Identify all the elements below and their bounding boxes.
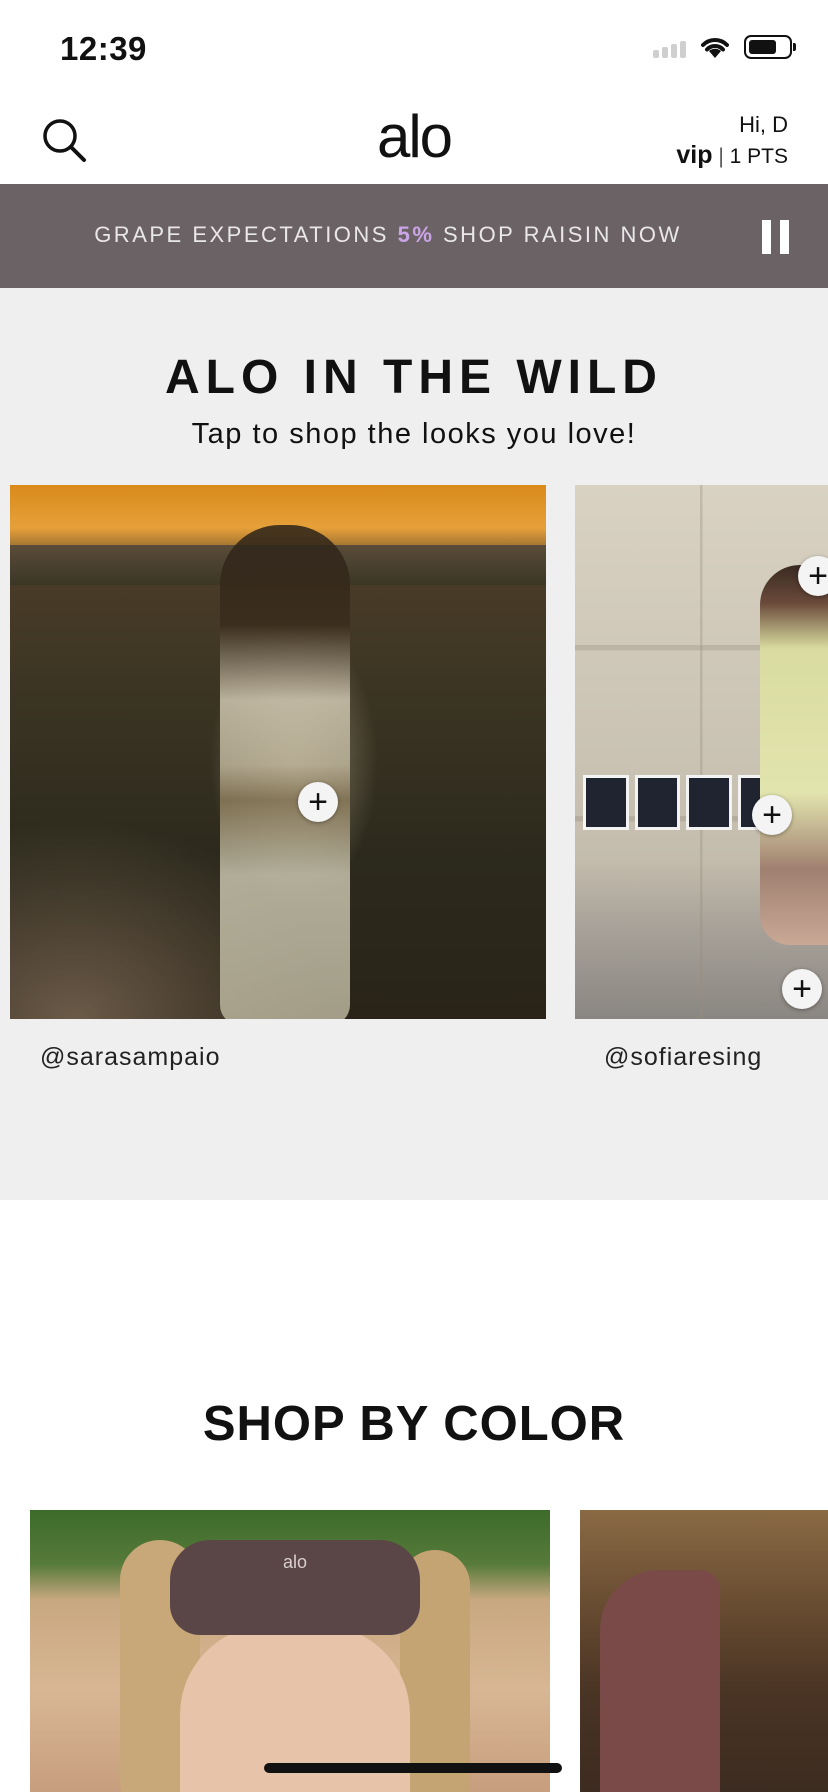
add-look-plus-icon[interactable]: + — [782, 969, 822, 1009]
promo-highlight: 5% — [397, 222, 435, 247]
look-photo — [220, 525, 350, 1019]
cellular-signal-icon — [653, 36, 686, 58]
add-look-plus-icon[interactable]: + — [752, 795, 792, 835]
status-time: 12:39 — [60, 30, 147, 67]
greeting-text: Hi, D — [739, 112, 788, 137]
status-bar: 12:39 — [0, 0, 828, 96]
color-card[interactable]: alo — [30, 1510, 550, 1792]
headband: alo — [170, 1540, 420, 1635]
vip-points: vip | 1 PTS — [676, 140, 788, 172]
wifi-icon — [701, 38, 729, 58]
section-title: ALO IN THE WILD — [165, 351, 663, 404]
creator-handle[interactable]: @sofiaresing — [604, 1043, 762, 1072]
creator-handle[interactable]: @sarasampaio — [40, 1043, 221, 1072]
look-card-sofiaresing[interactable]: + + + — [575, 485, 828, 1019]
promo-banner-text: GRAPE EXPECTATIONS 5% SHOP RAISIN NOW — [0, 222, 776, 248]
status-icons — [653, 34, 796, 60]
home-indicator[interactable] — [264, 1763, 562, 1773]
promo-text-start: GRAPE EXPECTATIONS — [94, 222, 398, 247]
vip-separator: | — [718, 145, 724, 168]
points-label: 1 PTS — [729, 145, 788, 168]
battery-icon — [744, 35, 796, 59]
look-card-sarasampaio[interactable]: + — [10, 485, 546, 1019]
shop-by-color-section: SHOP BY COLOR alo — [0, 1200, 828, 1792]
section-subtitle: Tap to shop the looks you love! — [191, 418, 637, 450]
promo-banner[interactable]: GRAPE EXPECTATIONS 5% SHOP RAISIN NOW — [0, 184, 828, 288]
look-photo — [760, 565, 828, 945]
section-title: SHOP BY COLOR — [202, 1397, 626, 1451]
vip-label: vip — [676, 141, 713, 169]
color-card[interactable] — [580, 1510, 828, 1792]
headband-logo: alo — [282, 1552, 308, 1572]
add-look-plus-icon[interactable]: + — [298, 782, 338, 822]
alo-in-the-wild-section: ALO IN THE WILD Tap to shop the looks yo… — [0, 288, 828, 1200]
account-summary[interactable]: Hi, D vip | 1 PTS — [676, 110, 788, 172]
app-header: alo Hi, D vip | 1 PTS — [0, 96, 828, 184]
promo-text-end: SHOP RAISIN NOW — [434, 222, 682, 247]
pause-icon[interactable] — [762, 220, 790, 254]
